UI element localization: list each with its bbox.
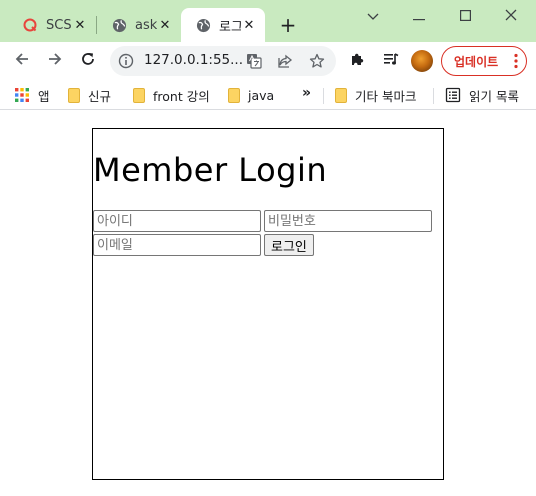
page-viewport: Member Login 로그인	[0, 111, 536, 496]
close-icon	[505, 6, 517, 25]
id-input[interactable]	[93, 210, 261, 232]
minimize-button[interactable]	[396, 0, 442, 30]
folder-icon	[335, 87, 347, 103]
bookmark-folder-front[interactable]: front 강의	[133, 85, 210, 105]
bookmark-separator	[433, 88, 434, 104]
globe-icon	[195, 17, 211, 33]
more-bookmarks-icon[interactable]: »	[302, 85, 311, 101]
back-button[interactable]	[8, 47, 36, 75]
reading-list[interactable]: 읽기 목록	[445, 85, 519, 105]
media-queue-icon	[383, 51, 399, 71]
page-title: Member Login	[93, 151, 328, 189]
close-icon[interactable]: ✕	[241, 17, 257, 33]
forward-button[interactable]	[41, 47, 69, 75]
bookmark-label: 읽기 목록	[469, 88, 519, 104]
close-icon[interactable]: ✕	[72, 17, 88, 33]
bookmark-folder-java[interactable]: java	[228, 85, 274, 105]
browser-toolbar: 127.0.0.1:55... 업데이트	[0, 42, 536, 80]
bookmarks-bar: 앱 신규 front 강의 java » 기타 북마크 읽기 목록	[0, 80, 536, 110]
tab-login[interactable]: 로그 ✕	[181, 8, 265, 42]
bookmark-label: front 강의	[153, 88, 210, 104]
bookmark-apps[interactable]: 앱	[14, 85, 50, 105]
maximize-icon	[459, 6, 471, 25]
login-panel: Member Login 로그인	[92, 128, 444, 480]
tab-ask[interactable]: ask_ ✕	[97, 8, 181, 42]
bookmark-folder-new[interactable]: 신규	[68, 85, 111, 105]
share-icon[interactable]	[275, 51, 295, 71]
email-input[interactable]	[93, 234, 261, 256]
address-bar[interactable]: 127.0.0.1:55...	[110, 46, 336, 76]
close-window-button[interactable]	[488, 0, 534, 30]
folder-icon	[228, 87, 240, 103]
bookmark-separator	[323, 88, 324, 104]
update-label: 업데이트	[454, 54, 499, 69]
reading-list-icon	[445, 87, 461, 103]
bookmark-label: 앱	[38, 88, 50, 104]
puzzle-icon	[350, 51, 366, 71]
minimize-icon	[413, 6, 425, 25]
chevron-down-icon	[367, 6, 379, 25]
update-button[interactable]: 업데이트	[441, 46, 527, 76]
arrow-right-icon	[47, 51, 63, 71]
bookmark-label: 신규	[88, 88, 112, 104]
close-icon[interactable]: ✕	[157, 17, 173, 33]
url-text: 127.0.0.1:55...	[144, 52, 244, 68]
avatar[interactable]	[411, 50, 433, 72]
tab-strip: SCS ✕ ask_ ✕ 로그 ✕ +	[0, 0, 536, 42]
reload-button[interactable]	[74, 47, 102, 75]
tab-search-button[interactable]	[350, 0, 396, 30]
extensions-button[interactable]	[344, 47, 372, 75]
tab-scs[interactable]: SCS ✕	[8, 8, 96, 42]
bookmark-other[interactable]: 기타 북마크	[335, 85, 416, 105]
qualys-icon	[22, 17, 38, 33]
translate-icon[interactable]	[244, 51, 264, 71]
maximize-button[interactable]	[442, 0, 488, 30]
login-button[interactable]: 로그인	[264, 234, 314, 256]
password-input[interactable]	[264, 210, 432, 232]
folder-icon	[133, 87, 145, 103]
reading-list-button[interactable]	[377, 47, 405, 75]
apps-grid-icon	[14, 87, 30, 103]
bookmark-label: 기타 북마크	[355, 88, 417, 104]
arrow-left-icon	[14, 51, 30, 71]
new-tab-button[interactable]: +	[276, 14, 300, 38]
tab-title: SCS	[46, 17, 72, 33]
tab-title: ask_	[135, 17, 157, 33]
folder-icon	[68, 87, 80, 103]
reload-icon	[80, 51, 96, 71]
info-icon[interactable]	[118, 53, 134, 69]
tab-title: 로그	[219, 19, 241, 35]
bookmark-star-icon[interactable]	[307, 51, 327, 71]
bookmark-label: java	[248, 87, 275, 103]
globe-icon	[111, 17, 127, 33]
more-vert-icon	[514, 53, 518, 69]
